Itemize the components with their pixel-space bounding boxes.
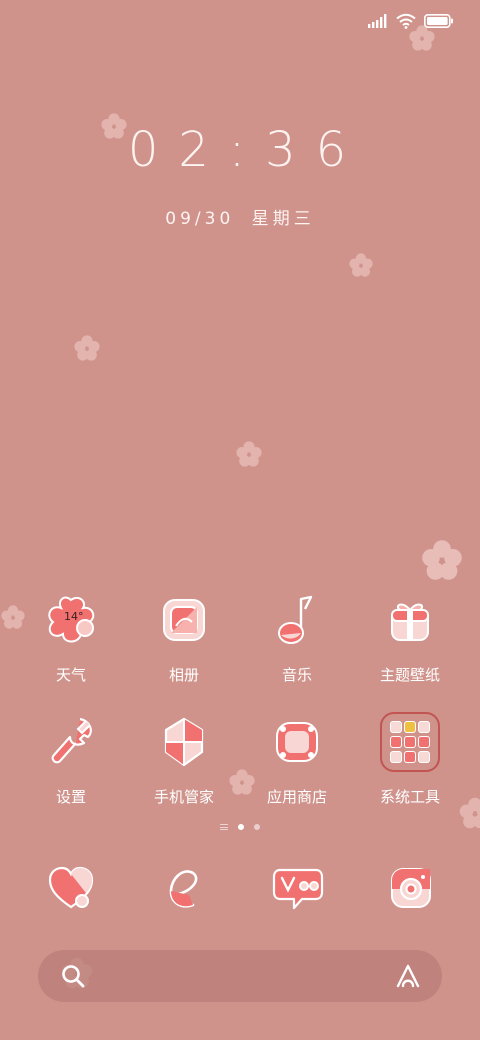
app-label: 应用商店: [266, 788, 327, 806]
battery-icon: [424, 14, 453, 28]
assistant-a-icon[interactable]: [394, 962, 422, 990]
app-label: 主题壁纸: [379, 666, 440, 684]
chat-bubble-icon: [272, 868, 324, 910]
folder-mini-app: [404, 751, 416, 764]
app-label: 天气: [55, 666, 86, 684]
page-dot[interactable]: [254, 824, 260, 830]
folder-mini-app: [390, 720, 402, 733]
page-list-icon[interactable]: [220, 824, 228, 830]
status-bar: [368, 10, 454, 32]
folder-mini-app: [418, 751, 430, 764]
signal-bars-icon: [368, 14, 387, 28]
dock-camera[interactable]: [376, 856, 446, 920]
weather-temp-badge: 14°: [64, 610, 84, 623]
app-settings[interactable]: 设置: [16, 712, 126, 807]
search-bar[interactable]: [38, 950, 442, 1002]
app-store-icon: [267, 712, 327, 772]
dock-browser[interactable]: [150, 856, 220, 920]
search-icon[interactable]: [60, 963, 86, 989]
date-text: 09/30: [165, 209, 235, 229]
petal-decoration: [349, 253, 373, 277]
folder-icon-wrap: [380, 712, 440, 772]
clock-time[interactable]: 02:36: [0, 122, 480, 178]
app-weather[interactable]: 14° 天气: [16, 590, 126, 685]
shield-security-icon: [154, 712, 214, 772]
app-label: 系统工具: [379, 788, 440, 806]
petal-decoration: [236, 441, 262, 467]
browser-e-icon: [169, 870, 198, 908]
heart-phone-icon: [48, 866, 94, 909]
app-gallery[interactable]: 相册: [129, 590, 239, 685]
folder-mini-app: [404, 735, 416, 748]
dock-phone[interactable]: [36, 856, 106, 920]
dock-messages[interactable]: [263, 856, 333, 920]
app-label: 相册: [168, 666, 199, 684]
folder-mini-app: [418, 720, 430, 733]
gallery-icon: [154, 590, 214, 650]
wifi-icon: [396, 13, 416, 29]
petal-decoration: [74, 335, 100, 361]
folder-mini-app: [390, 735, 402, 748]
app-store[interactable]: 应用商店: [242, 712, 352, 807]
folder-mini-app: [404, 720, 416, 733]
app-phone-manager[interactable]: 手机管家: [129, 712, 239, 807]
app-label: 手机管家: [153, 788, 214, 806]
theme-gift-icon: [380, 590, 440, 650]
app-themes[interactable]: 主题壁纸: [355, 590, 465, 685]
wrench-settings-icon: [41, 712, 101, 772]
music-note-icon: [267, 590, 327, 650]
folder-icon: [380, 712, 440, 772]
page-dot-active[interactable]: [238, 824, 244, 830]
app-label: 设置: [55, 788, 86, 806]
home-screen: 02:36 09/30 星期三 14° 天气 相册 音乐 主题壁纸 设置 手机管…: [0, 0, 480, 1040]
folder-mini-app: [418, 735, 430, 748]
app-music[interactable]: 音乐: [242, 590, 352, 685]
folder-mini-app: [390, 751, 402, 764]
app-label: 音乐: [281, 666, 312, 684]
camera-icon: [391, 868, 431, 908]
weekday-text: 星期三: [251, 209, 315, 229]
clock-date[interactable]: 09/30 星期三: [0, 204, 480, 229]
folder-system-tools[interactable]: 系统工具: [355, 712, 465, 807]
page-indicator[interactable]: [0, 824, 480, 830]
petal-decoration: [422, 540, 462, 580]
